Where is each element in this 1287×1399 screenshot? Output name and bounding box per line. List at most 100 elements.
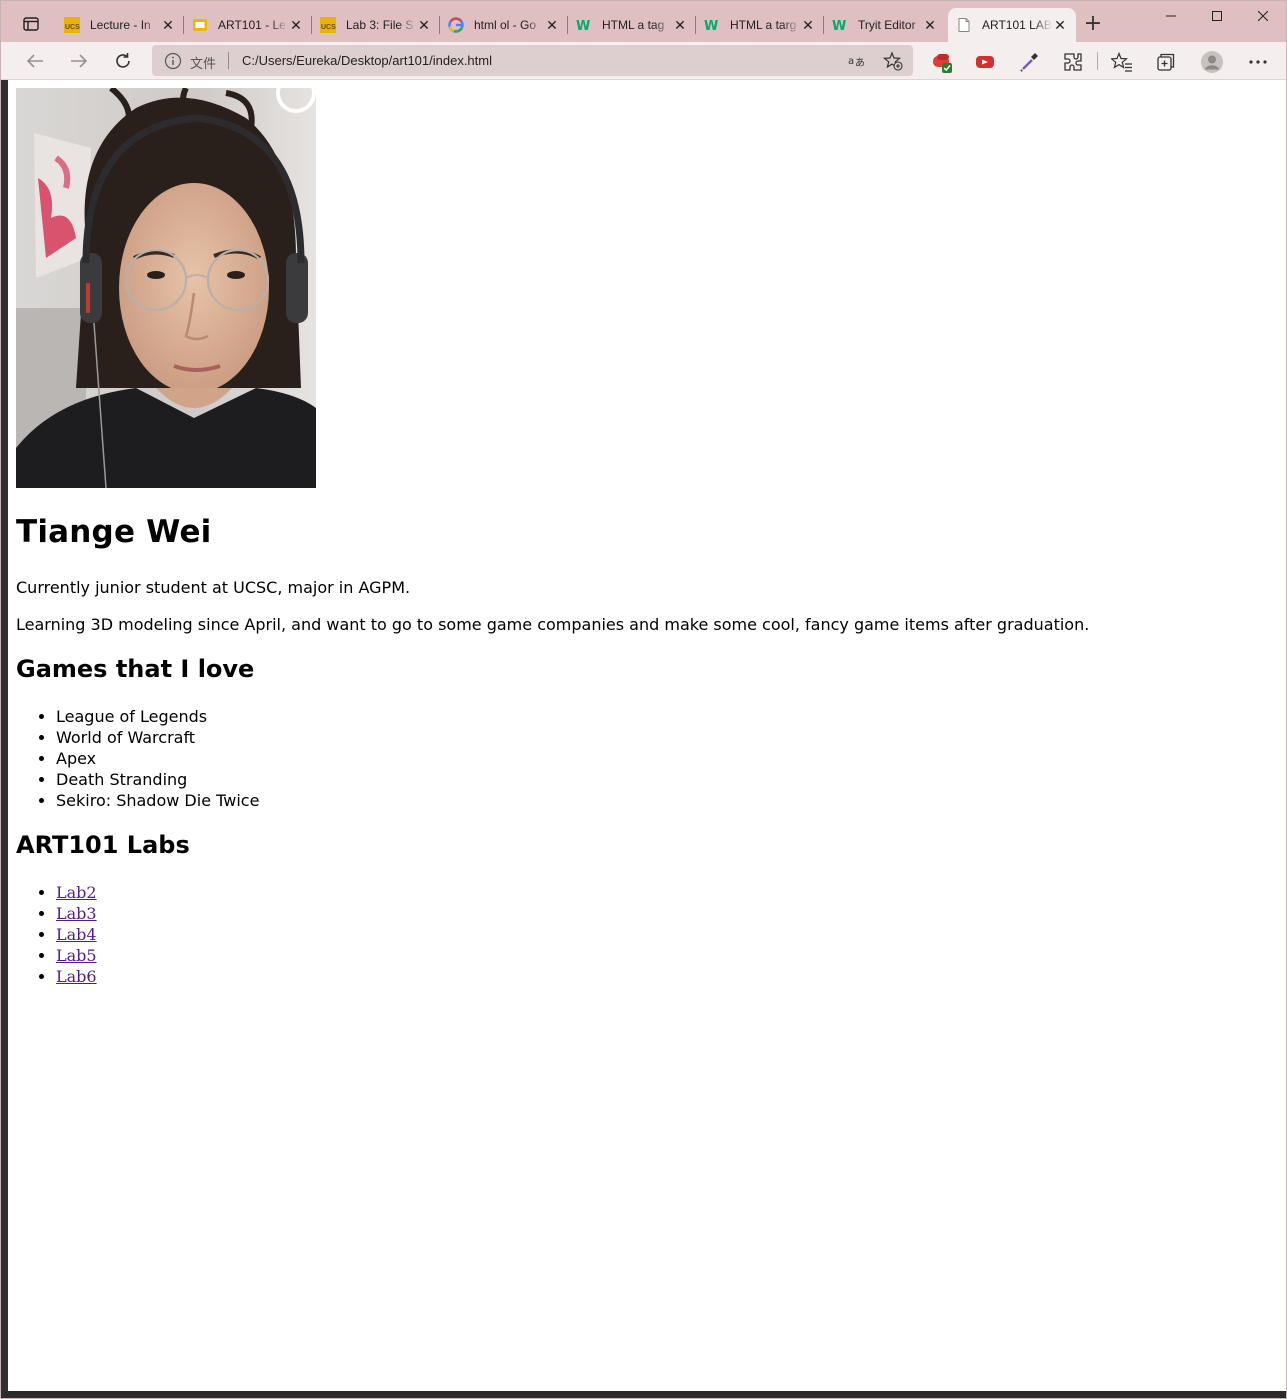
svg-text:W: W <box>832 19 846 33</box>
tab-art101-lecture[interactable]: ART101 - Le ✕ <box>183 8 312 42</box>
list-item: Death Stranding <box>56 769 259 790</box>
tab-separator <box>567 16 568 34</box>
close-icon[interactable]: ✕ <box>800 17 816 33</box>
new-tab-button[interactable]: + <box>1082 13 1104 36</box>
close-icon[interactable]: ✕ <box>922 17 938 33</box>
web-page: Tiange Wei Currently junior student at U… <box>8 81 1287 1391</box>
ucsc-icon: UCSC <box>320 17 336 33</box>
tab-title: HTML a targ <box>730 18 797 32</box>
tab-separator <box>183 16 184 34</box>
google-icon <box>448 17 464 33</box>
extensions-icon[interactable] <box>1061 50 1085 74</box>
list-item: Lab6 <box>56 966 97 987</box>
tab-tryit-editor[interactable]: W Tryit Editor ✕ <box>823 8 946 42</box>
bio-paragraph: Learning 3D modeling since April, and wa… <box>16 615 1090 634</box>
lab-link-lab3[interactable]: Lab3 <box>56 904 97 923</box>
close-window-button[interactable] <box>1240 0 1286 32</box>
lab-link-lab5[interactable]: Lab5 <box>56 946 97 965</box>
tab-separator <box>439 16 440 34</box>
extension-vpn-icon[interactable] <box>930 50 954 74</box>
tab-separator <box>695 16 696 34</box>
info-icon[interactable] <box>164 52 182 70</box>
games-heading: Games that I love <box>16 655 255 683</box>
close-icon[interactable]: ✕ <box>288 17 304 33</box>
refresh-icon <box>116 53 130 68</box>
toolbar-separator <box>1097 52 1098 70</box>
tab-actions-button[interactable] <box>14 8 48 40</box>
tab-title: html ol - Go <box>474 18 537 32</box>
address-bar[interactable]: 文件 C:/Users/Eureka/Desktop/art101/index.… <box>152 45 913 76</box>
maximize-icon <box>1212 11 1222 21</box>
list-item: Lab3 <box>56 903 97 924</box>
profile-avatar-icon[interactable] <box>1200 50 1224 74</box>
address-separator <box>228 52 229 69</box>
maximize-button[interactable] <box>1194 0 1240 32</box>
settings-more-icon[interactable] <box>1246 50 1270 74</box>
games-list: League of Legends World of Warcraft Apex… <box>56 706 259 811</box>
lab-link-lab4[interactable]: Lab4 <box>56 925 97 944</box>
close-icon[interactable]: ✕ <box>672 17 688 33</box>
list-item: Sekiro: Shadow Die Twice <box>56 790 259 811</box>
tab-html-ol-google[interactable]: html ol - Go ✕ <box>439 8 568 42</box>
tab-art101-lab-active[interactable]: ART101 LAB ✕ <box>948 8 1076 42</box>
close-icon[interactable]: ✕ <box>416 17 432 33</box>
page-heading-name: Tiange Wei <box>16 514 212 550</box>
bio-paragraph: Currently junior student at UCSC, major … <box>16 578 411 597</box>
list-item: World of Warcraft <box>56 727 259 748</box>
refresh-button[interactable] <box>108 46 138 76</box>
tab-strip: UCSC Lecture - In ✕ ART101 - Le ✕ UCSC L… <box>0 0 1287 42</box>
minimize-icon <box>1166 15 1176 17</box>
collections-icon[interactable] <box>1154 50 1178 74</box>
close-icon[interactable]: ✕ <box>544 17 560 33</box>
close-icon[interactable]: ✕ <box>160 17 176 33</box>
minimize-button[interactable] <box>1148 0 1194 32</box>
close-icon[interactable]: ✕ <box>1052 17 1068 33</box>
forward-button[interactable] <box>64 46 94 76</box>
site-info-label[interactable]: 文件 <box>190 53 216 72</box>
w3schools-icon: W <box>576 19 590 33</box>
tab-title: ART101 - Le <box>218 18 286 32</box>
tab-separator <box>311 16 312 34</box>
list-item: Apex <box>56 748 259 769</box>
list-item: Lab5 <box>56 945 97 966</box>
lab-link-lab6[interactable]: Lab6 <box>56 967 97 986</box>
svg-text:UCSC: UCSC <box>65 24 80 31</box>
tab-title: Tryit Editor <box>858 18 916 32</box>
list-item: League of Legends <box>56 706 259 727</box>
extension-youtube-icon[interactable] <box>973 50 997 74</box>
w3schools-icon: W <box>832 19 846 33</box>
tab-title: ART101 LAB <box>982 18 1052 32</box>
read-aloud-icon[interactable]: aあ <box>847 51 867 71</box>
lab-link-lab2[interactable]: Lab2 <box>56 883 97 902</box>
add-favorite-icon[interactable] <box>883 51 903 71</box>
tab-separator <box>823 16 824 34</box>
back-button[interactable] <box>20 46 50 76</box>
tab-title: Lecture - In <box>90 18 151 32</box>
svg-text:a: a <box>848 56 854 67</box>
svg-text:W: W <box>704 19 718 33</box>
svg-text:W: W <box>576 19 590 33</box>
w3schools-icon: W <box>704 19 718 33</box>
ucsc-icon: UCSC <box>64 17 80 33</box>
eyedropper-icon[interactable] <box>1017 50 1041 74</box>
address-url[interactable]: C:/Users/Eureka/Desktop/art101/index.htm… <box>242 53 492 68</box>
tab-lecture[interactable]: UCSC Lecture - In ✕ <box>56 8 184 42</box>
list-item: Lab2 <box>56 882 97 903</box>
labs-heading: ART101 Labs <box>16 831 190 859</box>
svg-text:UCSC: UCSC <box>321 24 336 31</box>
tab-actions-icon <box>23 17 39 31</box>
browser-toolbar: 文件 C:/Users/Eureka/Desktop/art101/index.… <box>0 42 1287 80</box>
favorites-icon[interactable] <box>1110 50 1134 74</box>
tab-html-a-tag[interactable]: W HTML a tag ✕ <box>567 8 696 42</box>
tab-title: HTML a tag <box>602 18 665 32</box>
tab-title: Lab 3: File S <box>346 18 414 32</box>
close-window-icon <box>1258 11 1268 21</box>
list-item: Lab4 <box>56 924 97 945</box>
labs-list: Lab2 Lab3 Lab4 Lab5 Lab6 <box>56 882 97 987</box>
tab-html-a-target[interactable]: W HTML a targ ✕ <box>695 8 824 42</box>
tab-lab3[interactable]: UCSC Lab 3: File S ✕ <box>311 8 440 42</box>
forward-arrow-icon <box>71 54 88 68</box>
slides-icon <box>193 19 207 31</box>
window-bottom-edge <box>0 1391 1287 1399</box>
svg-text:あ: あ <box>855 57 865 68</box>
